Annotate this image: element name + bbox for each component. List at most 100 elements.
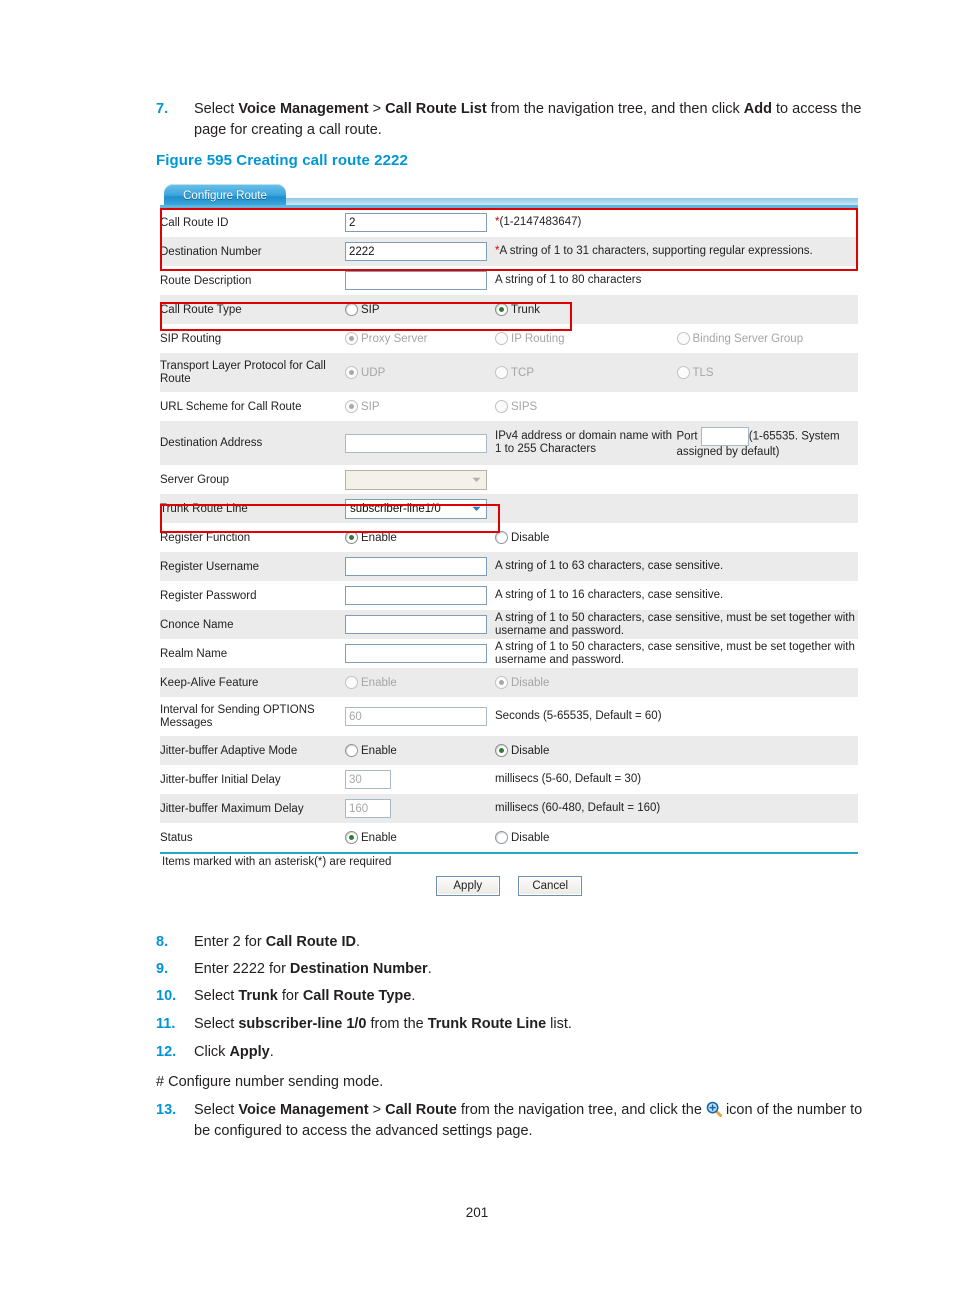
field-control: Enable bbox=[345, 523, 495, 552]
doc-step-13: 13. Select Voice Management > Call Route… bbox=[156, 1100, 866, 1142]
field-control bbox=[345, 237, 495, 266]
field-label: Cnonce Name bbox=[160, 610, 345, 639]
field-control-2: Disable bbox=[495, 668, 677, 697]
field-label: SIP Routing bbox=[160, 324, 345, 353]
form-row-register-username: Register Username A string of 1 to 63 cha… bbox=[160, 552, 858, 581]
doc-step-12: 12. Click Apply. bbox=[156, 1042, 866, 1063]
radio-call-route-type-sip[interactable]: SIP bbox=[345, 303, 380, 316]
field-control-2: SIPS bbox=[495, 392, 677, 421]
radio-label: UDP bbox=[361, 366, 386, 379]
radio-label: TLS bbox=[692, 366, 714, 379]
radio-label: Enable bbox=[361, 744, 397, 757]
radio-status-disable[interactable]: Disable bbox=[495, 831, 549, 844]
select-value: subscriber-line1/0 bbox=[350, 502, 441, 515]
step-text: Select subscriber-line 1/0 from the Trun… bbox=[194, 1016, 572, 1032]
radio-jitter-buffer-adaptive-mode-disable[interactable]: Disable bbox=[495, 744, 549, 757]
radio-label: Disable bbox=[511, 744, 550, 757]
field-control bbox=[345, 465, 495, 494]
radio-label: Enable bbox=[361, 676, 397, 689]
field-hint: *(1-2147483647) bbox=[495, 208, 858, 237]
input-realm-name[interactable] bbox=[345, 644, 487, 663]
field-spacer bbox=[676, 523, 858, 552]
radio-dot bbox=[495, 676, 508, 689]
input-register-password[interactable] bbox=[345, 586, 487, 605]
form-buttons: Apply Cancel bbox=[160, 876, 858, 896]
form-row-jitter-buffer-adaptive-mode: Jitter-buffer Adaptive Mode Enable Disable bbox=[160, 736, 858, 765]
radio-dot bbox=[345, 831, 358, 844]
input-cnonce-name[interactable] bbox=[345, 615, 487, 634]
radio-dot bbox=[345, 366, 358, 379]
field-control: Enable bbox=[345, 823, 495, 852]
step-text: Select Voice Management > Call Route Lis… bbox=[194, 101, 862, 138]
port-group: Port (1-65535. System assigned by defaul… bbox=[676, 421, 858, 465]
radio-dot bbox=[345, 531, 358, 544]
field-spacer bbox=[676, 736, 858, 765]
field-label: Realm Name bbox=[160, 639, 345, 668]
radio-dot bbox=[345, 400, 358, 413]
form-row-status: Status Enable Disable bbox=[160, 823, 858, 852]
input-destination-number[interactable] bbox=[345, 242, 487, 261]
field-hint bbox=[495, 494, 858, 523]
radio-label: SIP bbox=[361, 303, 380, 316]
field-control bbox=[345, 581, 495, 610]
chevron-down-icon bbox=[468, 500, 485, 517]
input-destination-address bbox=[345, 433, 487, 453]
radio-jitter-buffer-adaptive-mode-enable[interactable]: Enable bbox=[345, 744, 397, 757]
field-control: Proxy Server bbox=[345, 324, 495, 353]
field-label: Route Description bbox=[160, 266, 345, 295]
input-call-route-id[interactable] bbox=[345, 213, 487, 232]
radio-label: Proxy Server bbox=[361, 332, 428, 345]
field-control bbox=[345, 552, 495, 581]
radio-dot bbox=[345, 676, 358, 689]
field-label: Transport Layer Protocol for Call Route bbox=[160, 353, 345, 392]
field-label: Jitter-buffer Adaptive Mode bbox=[160, 736, 345, 765]
field-control-2: Disable bbox=[495, 736, 677, 765]
field-hint: A string of 1 to 50 characters, case sen… bbox=[495, 639, 858, 668]
field-label: Interval for Sending OPTIONS Messages bbox=[160, 697, 345, 736]
step-number: 10. bbox=[156, 988, 177, 1004]
required-note: Items marked with an asterisk(*) are req… bbox=[162, 856, 392, 868]
doc-step-10: 10. Select Trunk for Call Route Type. bbox=[156, 986, 866, 1007]
radio-call-route-type-trunk[interactable]: Trunk bbox=[495, 303, 540, 316]
radio-transport-layer-protocol-for-call-route-2: TLS bbox=[676, 366, 714, 379]
field-spacer bbox=[676, 295, 858, 324]
radio-sip-routing-0: Proxy Server bbox=[345, 332, 427, 345]
cancel-button[interactable]: Cancel bbox=[518, 876, 583, 896]
field-label: Server Group bbox=[160, 465, 345, 494]
radio-label: Trunk bbox=[511, 303, 540, 316]
form-row-call-route-type: Call Route Type SIP Trunk bbox=[160, 295, 858, 324]
tab-bar-line bbox=[286, 198, 858, 205]
field-label: Jitter-buffer Maximum Delay bbox=[160, 794, 345, 823]
form-row-cnonce-name: Cnonce Name A string of 1 to 50 character… bbox=[160, 610, 858, 639]
radio-dot bbox=[676, 366, 690, 379]
field-control: Enable bbox=[345, 736, 495, 765]
field-control: SIP bbox=[345, 392, 495, 421]
configure-comment: # Configure number sending mode. bbox=[156, 1074, 384, 1090]
input-route-description[interactable] bbox=[345, 271, 487, 290]
step-text: Click Apply. bbox=[194, 1044, 274, 1060]
radio-register-function-disable[interactable]: Disable bbox=[495, 531, 549, 544]
input-register-username[interactable] bbox=[345, 557, 487, 576]
input-jitter-buffer-maximum-delay bbox=[345, 799, 391, 818]
radio-dot bbox=[676, 332, 690, 345]
field-control: subscriber-line1/0 bbox=[345, 494, 495, 523]
required-asterisk: * bbox=[495, 216, 500, 228]
apply-button[interactable]: Apply bbox=[435, 876, 500, 896]
field-control-2: Disable bbox=[495, 823, 677, 852]
step-number: 7. bbox=[156, 101, 169, 117]
radio-url-scheme-for-call-route-sips: SIPS bbox=[495, 400, 537, 413]
field-control bbox=[345, 765, 495, 794]
field-control bbox=[345, 794, 495, 823]
radio-register-function-enable[interactable]: Enable bbox=[345, 531, 397, 544]
field-spacer bbox=[676, 668, 858, 697]
field-label: Register Password bbox=[160, 581, 345, 610]
radio-keep-alive-feature-enable: Enable bbox=[345, 676, 397, 689]
radio-status-enable[interactable]: Enable bbox=[345, 831, 397, 844]
radio-dot bbox=[495, 400, 508, 413]
field-hint bbox=[495, 465, 858, 494]
field-control bbox=[345, 266, 495, 295]
select-server-group bbox=[345, 469, 487, 490]
select-trunk-route-line[interactable]: subscriber-line1/0 bbox=[345, 498, 487, 519]
field-control-3: Binding Server Group bbox=[676, 324, 858, 353]
field-control: SIP bbox=[345, 295, 495, 324]
